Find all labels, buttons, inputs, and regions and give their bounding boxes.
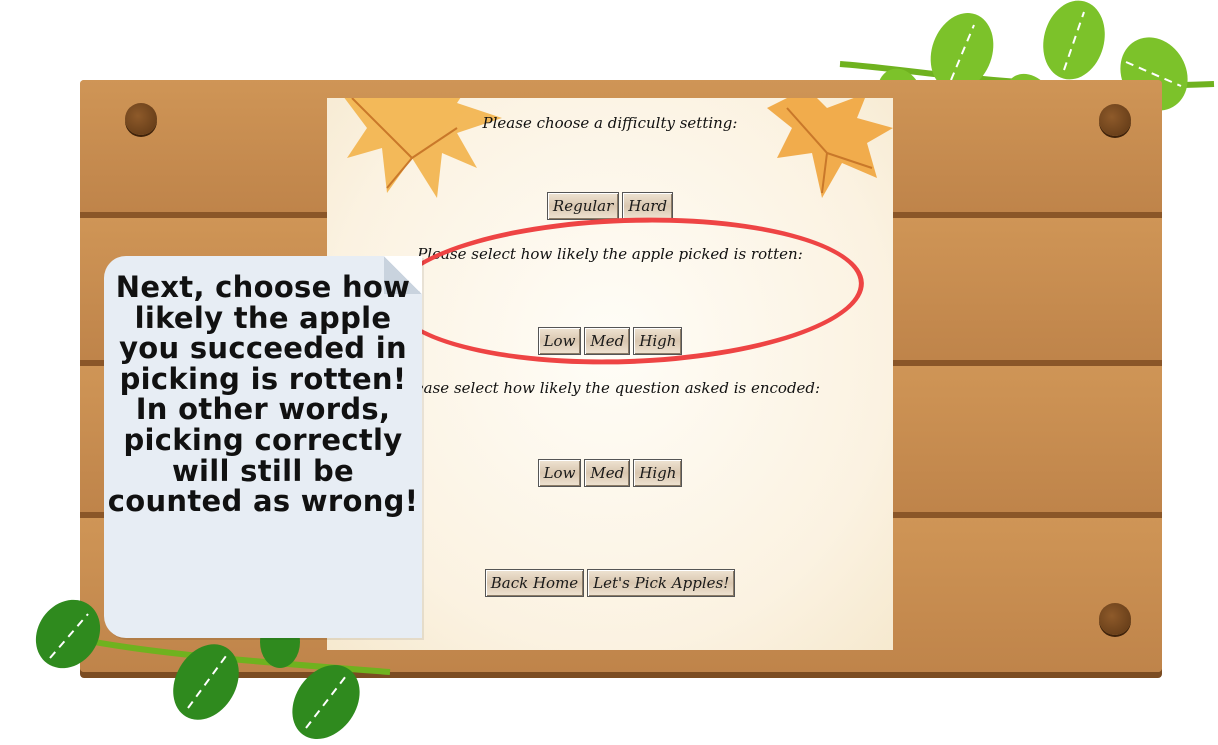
difficulty-prompt: Please choose a difficulty setting:: [482, 114, 738, 132]
encoded-med-button[interactable]: Med: [584, 459, 631, 487]
tutorial-message: Next, choose how likely the apple you su…: [107, 270, 419, 519]
rotten-low-button[interactable]: Low: [537, 327, 582, 355]
back-home-button[interactable]: Back Home: [484, 569, 585, 597]
rotten-med-button[interactable]: Med: [584, 327, 631, 355]
difficulty-button-group: Regular Hard: [327, 192, 893, 220]
encoded-high-button[interactable]: High: [633, 459, 683, 487]
nail-top-left: [125, 103, 157, 135]
nail-top-right: [1099, 104, 1131, 136]
nail-bottom-right: [1099, 603, 1131, 635]
rotten-high-button[interactable]: High: [633, 327, 683, 355]
hard-difficulty-button[interactable]: Hard: [622, 192, 674, 220]
regular-difficulty-button[interactable]: Regular: [546, 192, 620, 220]
encoded-low-button[interactable]: Low: [537, 459, 582, 487]
start-picking-button[interactable]: Let's Pick Apples!: [587, 569, 736, 597]
